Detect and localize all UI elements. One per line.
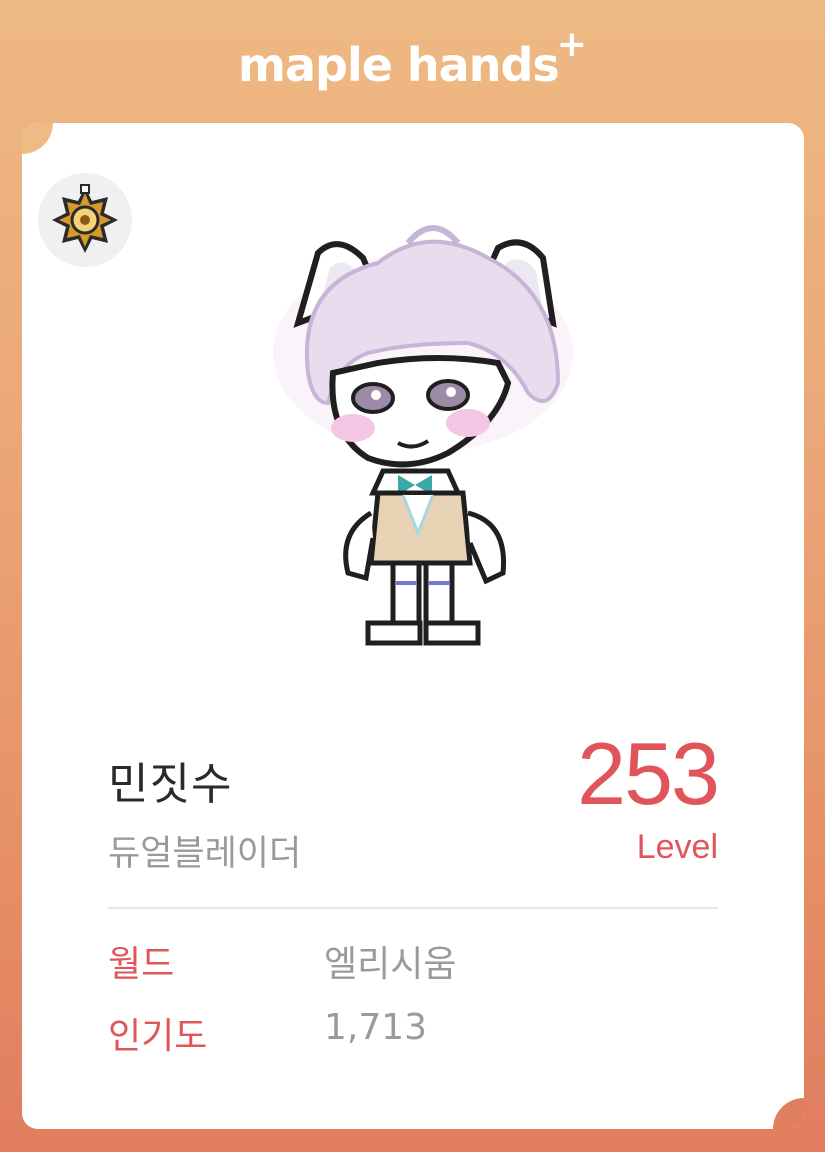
info-label-popularity: 인기도 [108, 1016, 208, 1057]
character-name: 민짓수 [108, 759, 233, 810]
card-notch-bottom-right [773, 1098, 804, 1129]
info-value-popularity: 1,713 [324, 1007, 428, 1048]
brand-plus: + [556, 24, 587, 65]
divider [108, 907, 718, 909]
app-logo: maple hands+ [0, 24, 825, 100]
info-value-world: 엘리시움 [324, 944, 457, 985]
info-label-world: 월드 [108, 944, 175, 985]
character-job: 듀얼블레이더 [108, 834, 302, 874]
guild-emblem-icon [52, 184, 118, 253]
card-notch-top-left [22, 123, 53, 154]
level-value: 253 [577, 724, 720, 823]
level-label: Level [636, 828, 718, 866]
brand-name: maple hands [238, 38, 560, 92]
character-avatar [273, 225, 573, 646]
guild-emblem[interactable] [38, 173, 132, 267]
character-card: 민짓수 듀얼블레이더 253 Level 월드 엘리시움 인기도 1,713 [22, 123, 804, 1129]
